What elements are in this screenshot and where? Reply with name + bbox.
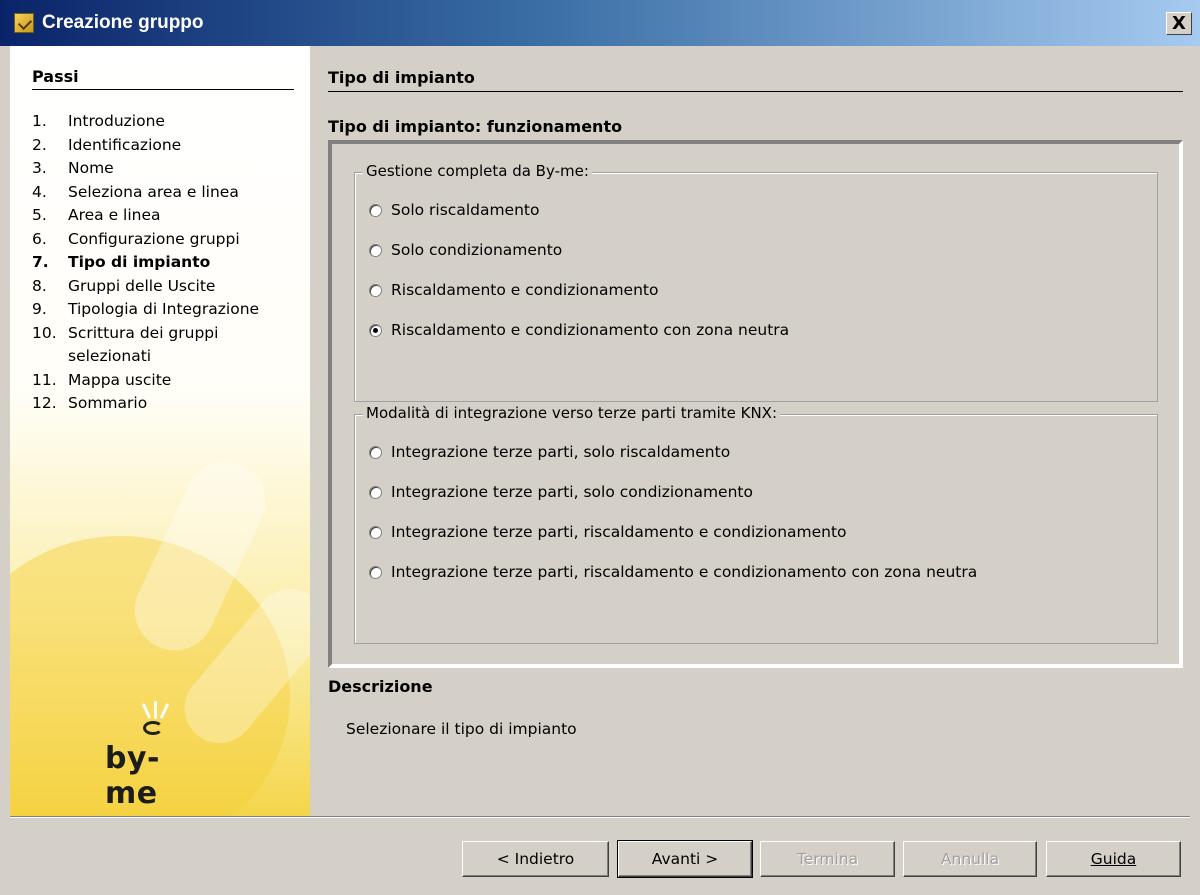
radio-button[interactable] — [369, 243, 382, 257]
help-label: Guida — [1090, 850, 1137, 868]
close-button[interactable]: X — [1166, 12, 1192, 35]
group-knx-integration: Modalità di integrazione verso terze par… — [354, 404, 1158, 644]
help-button[interactable]: Guida — [1046, 841, 1181, 877]
title-bar: Creazione gruppo X — [0, 0, 1200, 46]
description-text: Selezionare il tipo di impianto — [346, 720, 577, 738]
app-icon — [14, 13, 34, 33]
radio-button[interactable] — [369, 203, 382, 217]
radio-integrazione-riscaldamento-condizionamento[interactable]: Integrazione terze parti, riscaldamento … — [369, 523, 847, 541]
step-item: 12. Sommario — [32, 394, 148, 412]
step-item: 5. Area e linea — [32, 206, 161, 224]
radio-label: Solo condizionamento — [391, 241, 563, 259]
radio-integrazione-solo-riscaldamento[interactable]: Integrazione terze parti, solo riscaldam… — [369, 443, 730, 461]
next-button[interactable]: Avanti > — [617, 840, 753, 878]
footer-separator — [10, 816, 1190, 818]
subsection-title: Tipo di impianto: funzionamento — [328, 117, 623, 136]
logo-text: by-me — [105, 741, 160, 811]
radio-integrazione-solo-condizionamento[interactable]: Integrazione terze parti, solo condizion… — [369, 483, 753, 501]
step-item: 4. Seleziona area e linea — [32, 182, 239, 201]
step-item-current: 7. Tipo di impianto — [32, 253, 211, 271]
finish-button[interactable]: Termina — [760, 841, 895, 877]
step-item: 3. Nome — [32, 159, 114, 177]
steps-title: Passi — [32, 67, 294, 90]
step-item: 2. Identificazione — [32, 135, 182, 154]
window-title: Creazione gruppo — [42, 12, 204, 33]
step-item: 1. Introduzione — [32, 112, 165, 130]
group-byme-management: Gestione completa da By-me: Solo riscald… — [354, 162, 1158, 402]
radio-label: Integrazione terze parti, solo riscaldam… — [391, 443, 731, 461]
radio-button[interactable] — [369, 283, 382, 297]
radio-integrazione-zona-neutra[interactable]: Integrazione terze parti, riscaldamento … — [369, 563, 977, 581]
cancel-button[interactable]: Annulla — [903, 841, 1037, 877]
group-legend: Gestione completa da By-me: — [363, 162, 592, 180]
radio-button[interactable] — [369, 485, 382, 499]
byme-logo: by-me — [105, 701, 205, 811]
radio-label: Integrazione terze parti, riscaldamento … — [391, 523, 847, 541]
steps-list: 1. Introduzione 2. Identificazione 3. Nome … — [32, 110, 268, 416]
step-item: 10. Scrittura dei gruppi selezionati — [32, 323, 219, 366]
radio-button[interactable] — [369, 445, 382, 459]
radio-button[interactable] — [369, 565, 382, 579]
radio-label: Solo riscaldamento — [391, 201, 540, 219]
radio-label: Integrazione terze parti, riscaldamento … — [391, 563, 978, 581]
group-legend: Modalità di integrazione verso terze par… — [363, 404, 781, 422]
radio-label: Integrazione terze parti, solo condizion… — [391, 483, 753, 501]
radio-label: Riscaldamento e condizionamento — [391, 281, 659, 299]
radio-riscaldamento-condizionamento-zona-neutra[interactable]: Riscaldamento e condizionamento con zona… — [369, 321, 789, 339]
description-title: Descrizione — [328, 677, 433, 696]
logo-rays — [141, 701, 170, 719]
radio-button-selected[interactable] — [369, 323, 382, 337]
radio-riscaldamento-condizionamento[interactable]: Riscaldamento e condizionamento — [369, 281, 658, 299]
step-item: 11. Mappa uscite — [32, 370, 172, 389]
step-item: 6. Configurazione gruppi — [32, 229, 240, 248]
radio-solo-condizionamento[interactable]: Solo condizionamento — [369, 241, 562, 259]
options-panel: Gestione completa da By-me: Solo riscald… — [328, 140, 1183, 668]
step-item: 8. Gruppi delle Uscite — [32, 276, 216, 295]
radio-button[interactable] — [369, 525, 382, 539]
logo-swirl — [143, 721, 163, 735]
back-button[interactable]: < Indietro — [462, 841, 609, 877]
steps-sidebar: Passi 1. Introduzione 2. Identificazione 3… — [10, 46, 310, 816]
radio-label: Riscaldamento e condizionamento con zona… — [391, 321, 790, 339]
radio-solo-riscaldamento[interactable]: Solo riscaldamento — [369, 201, 539, 219]
step-item: 9. Tipologia di Integrazione — [32, 300, 260, 318]
section-title: Tipo di impianto — [328, 68, 1183, 92]
